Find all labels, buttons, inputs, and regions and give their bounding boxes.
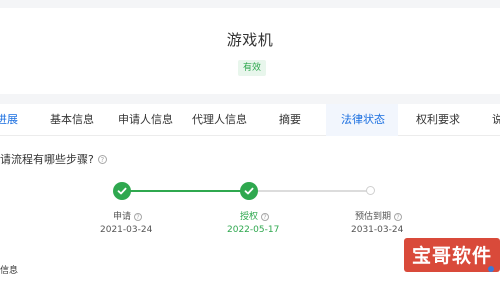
tab-progress[interactable]: 进展 <box>0 104 18 136</box>
step-apply-label: 申请? <box>113 209 143 222</box>
site-watermark-logo: 宝哥软件 <box>404 238 500 272</box>
watermark-dot-icon <box>488 266 494 272</box>
tab-abstract[interactable]: 摘要 <box>279 104 301 136</box>
page-title: 游戏机 <box>226 31 274 49</box>
step-grant-label-text: 授权 <box>240 212 259 222</box>
detail-tabs: 进展 基本信息 申请人信息 代理人信息 摘要 法律状态 权利要求 说 <box>0 104 500 136</box>
process-question: 请流程有哪些步骤?? <box>0 151 107 167</box>
step-apply-label-text: 申请 <box>113 212 132 222</box>
question-circle-icon[interactable]: ? <box>97 155 107 164</box>
tab-legal-status[interactable]: 法律状态 <box>341 104 385 136</box>
tab-description[interactable]: 说 <box>492 104 500 136</box>
tab-applicant-info[interactable]: 申请人信息 <box>118 104 173 136</box>
step-apply-check-icon <box>113 182 131 200</box>
question-circle-icon[interactable]: ? <box>261 213 270 221</box>
step-apply-date: 2021-03-24 <box>100 225 153 235</box>
patent-detail-page: 游戏机 有效 进展 基本信息 申请人信息 代理人信息 摘要 法律状态 权利要求 … <box>0 0 500 283</box>
top-strip <box>0 0 500 8</box>
section-divider <box>0 94 500 104</box>
progress-track-complete <box>122 190 249 192</box>
watermark-text: 宝哥软件 <box>411 245 492 267</box>
next-section-label: 信息 <box>0 266 19 276</box>
tab-claims[interactable]: 权利要求 <box>416 104 460 136</box>
question-text: 请流程有哪些步骤? <box>0 153 94 166</box>
step-expiry-date: 2031-03-24 <box>351 225 404 235</box>
tab-basic-info[interactable]: 基本信息 <box>50 104 94 136</box>
step-expiry-pending-icon <box>366 186 375 195</box>
status-badge: 有效 <box>238 60 267 76</box>
step-grant-label: 授权? <box>240 209 270 222</box>
question-circle-icon[interactable]: ? <box>134 213 143 221</box>
patent-header: 游戏机 有效 <box>0 8 500 94</box>
question-circle-icon[interactable]: ? <box>394 213 403 221</box>
step-expiry-label-text: 预估到期 <box>355 212 392 222</box>
step-grant-date: 2022-05-17 <box>227 225 280 235</box>
step-expiry-label: 预估到期? <box>355 209 403 222</box>
progress-track-pending <box>249 190 370 192</box>
step-grant-check-icon <box>240 182 258 200</box>
tab-agent-info[interactable]: 代理人信息 <box>192 104 247 136</box>
